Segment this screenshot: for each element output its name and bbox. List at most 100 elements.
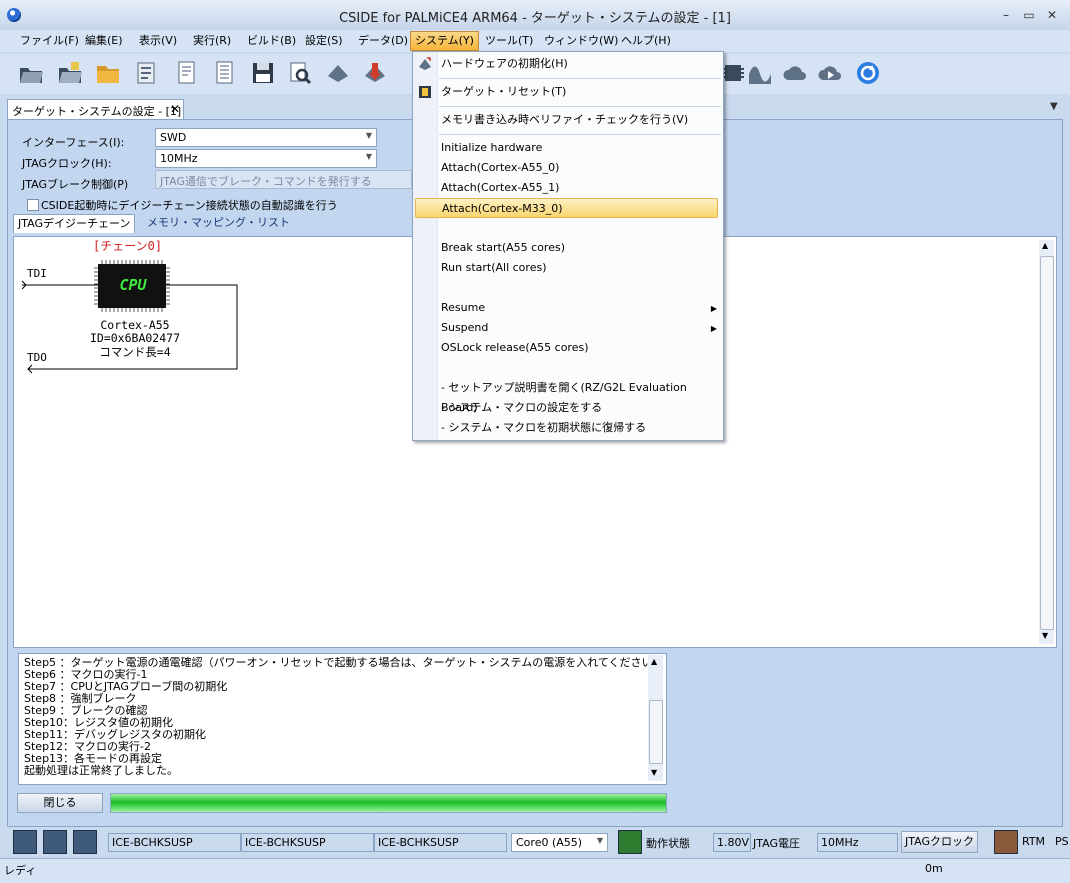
menu-item-suspend[interactable]: Suspend <box>441 318 719 338</box>
menu-gutter <box>413 52 438 440</box>
rtm-icon[interactable] <box>994 830 1018 854</box>
menu-tools[interactable]: ツール(T) <box>481 32 537 50</box>
ice-status-icon[interactable] <box>73 830 97 854</box>
interface-select[interactable]: SWD ▼ <box>155 128 377 147</box>
wave-icon[interactable] <box>747 60 773 86</box>
menu-run[interactable]: 実行(R) <box>189 32 235 50</box>
ice-status-icon[interactable] <box>43 830 67 854</box>
startup-log: Step5 ：ターゲット電源の通電確認（パワーオン・リセットで起動する場合は、タ… <box>18 653 667 785</box>
tab-memory-mapping-list[interactable]: メモリ・マッピング・リスト <box>143 214 294 232</box>
target-reset-icon <box>419 86 431 98</box>
window-title: CSIDE for PALMiCE4 ARM64 - ターゲット・システムの設定… <box>339 11 731 26</box>
download-icon[interactable] <box>362 60 388 86</box>
log-scrollbar[interactable]: ▲ ▼ <box>648 655 663 781</box>
folder-icon[interactable] <box>95 60 121 86</box>
menu-item-system-macro-settings[interactable]: - システム・マクロの設定をする <box>441 398 719 418</box>
jtag-voltage-label: JTAG電圧 <box>753 837 800 850</box>
jtag-voltage-value: 1.80V <box>713 833 751 852</box>
maximize-button[interactable]: ▭ <box>1018 6 1040 24</box>
file-list-icon[interactable] <box>134 60 160 86</box>
menu-separator <box>439 78 721 79</box>
menu-item-run-start[interactable]: Run start(All cores) <box>441 258 719 278</box>
menu-item-initialize-hardware[interactable]: Initialize hardware <box>441 138 719 158</box>
auto-detect-label: CSIDE起動時にデイジーチェーン接続状態の自動認識を行う <box>41 199 338 212</box>
document-lines-icon[interactable] <box>212 60 238 86</box>
menu-settings[interactable]: 設定(S) <box>301 32 347 50</box>
jtag-break-value: JTAG通信でブレーク・コマンドを発行する <box>160 175 372 188</box>
menu-file[interactable]: ファイル(F) <box>16 32 83 50</box>
menu-item-target-reset[interactable]: ターゲット・リセット(T) <box>441 82 719 102</box>
core-id: ID=0x6BA02477 <box>89 331 180 345</box>
arrow-left-icon[interactable] <box>325 60 351 86</box>
menu-system[interactable]: システム(Y) <box>410 31 479 51</box>
scroll-down-icon[interactable]: ▼ <box>1042 631 1048 640</box>
menu-item-oslock-release[interactable]: OSLock release(A55 cores) <box>441 338 719 358</box>
ice-status-3: ICE-BCHKSUSP <box>374 833 507 852</box>
menu-view[interactable]: 表示(V) <box>135 32 181 50</box>
cloud-icon[interactable] <box>782 60 808 86</box>
menu-item-attach-a55-0[interactable]: Attach(Cortex-A55_0) <box>441 158 719 178</box>
ice-status-icon[interactable] <box>13 830 37 854</box>
search-document-icon[interactable] <box>287 60 313 86</box>
init-hardware-icon <box>419 57 431 70</box>
tab-jtag-daisy-chain[interactable]: JTAGデイジーチェーン <box>13 214 136 233</box>
scroll-thumb[interactable] <box>649 700 663 764</box>
menu-item-attach-a55-1[interactable]: Attach(Cortex-A55_1) <box>441 178 719 198</box>
cloud-run-icon[interactable] <box>817 60 843 86</box>
close-button[interactable]: 閉じる <box>17 793 103 813</box>
menu-item-init-hardware-jp[interactable]: ハードウェアの初期化(H) <box>441 54 719 74</box>
tab-list-chevron-icon[interactable]: ▼ <box>1050 101 1058 112</box>
floppy-icon[interactable] <box>250 60 276 86</box>
auto-detect-checkbox[interactable] <box>27 199 39 211</box>
menu-item-system-macro-reset[interactable]: - システム・マクロを初期状態に復帰する <box>441 418 719 438</box>
ice-status-1: ICE-BCHKSUSP <box>108 833 241 852</box>
document-icon[interactable] <box>174 60 200 86</box>
jtag-clock-button[interactable]: JTAGクロック <box>901 831 978 853</box>
chain-label: [チェーン0] <box>93 239 163 253</box>
interface-value: SWD <box>160 131 187 144</box>
scroll-thumb[interactable] <box>1040 256 1054 630</box>
core-select[interactable]: Core0 (A55) ▼ <box>511 833 608 852</box>
log-line: 起動処理は正常終了しました。 <box>24 764 178 777</box>
jtag-break-select[interactable]: JTAG通信でブレーク・コマンドを発行する <box>155 170 412 189</box>
chevron-down-icon: ▼ <box>596 836 603 845</box>
tab-target-system-settings[interactable]: ターゲット・システムの設定 - [1] ✕ <box>7 99 184 120</box>
command-length: コマンド長=4 <box>99 345 171 359</box>
menu-window[interactable]: ウィンドウ(W) <box>540 32 622 50</box>
menu-build[interactable]: ビルド(B) <box>243 32 300 50</box>
run-state-icon <box>618 830 642 854</box>
cpu-chip-label[interactable]: CPU <box>99 276 167 294</box>
status-bar <box>0 858 1070 883</box>
menu-bar: ファイル(F) 編集(E) 表示(V) 実行(R) ビルド(B) 設定(S) デ… <box>0 30 1070 52</box>
scroll-up-icon[interactable]: ▲ <box>651 657 657 666</box>
menu-item-resume[interactable]: Resume <box>441 298 719 318</box>
open-folder-icon[interactable] <box>18 60 44 86</box>
jtag-clock-label: JTAGクロック(H): <box>22 157 112 170</box>
jtag-clock-value: 10MHz <box>160 152 198 165</box>
jtag-break-label: JTAGブレーク制御(P) <box>22 178 129 191</box>
menu-item-verify-check[interactable]: メモリ書き込み時ベリファイ・チェックを行う(V) <box>441 110 719 130</box>
menu-item-attach-m33-0[interactable]: Attach(Cortex-M33_0) <box>415 198 718 218</box>
menu-item-open-setup-guide[interactable]: - セットアップ説明書を開く(RZ/G2L Evaluation Board) <box>441 378 719 414</box>
jtag-clock-select[interactable]: 10MHz ▼ <box>155 149 377 168</box>
tab-close-icon[interactable]: ✕ <box>170 102 180 116</box>
scroll-up-icon[interactable]: ▲ <box>1042 241 1048 250</box>
open-project-icon[interactable] <box>57 60 83 86</box>
menu-help[interactable]: ヘルプ(H) <box>617 32 675 50</box>
minimize-button[interactable]: – <box>995 6 1017 24</box>
menu-edit[interactable]: 編集(E) <box>81 32 127 50</box>
menu-separator <box>439 134 721 135</box>
close-window-button[interactable]: ✕ <box>1041 6 1063 24</box>
ice-status-2: ICE-BCHKSUSP <box>241 833 374 852</box>
ready-status: レディ <box>4 864 37 877</box>
menu-item-break-start[interactable]: Break start(A55 cores) <box>441 238 719 258</box>
scroll-down-icon[interactable]: ▼ <box>651 768 657 777</box>
refresh-icon[interactable] <box>855 60 881 86</box>
interface-label: インターフェース(I): <box>22 136 125 149</box>
chevron-down-icon: ▼ <box>365 131 372 140</box>
menu-data[interactable]: データ(D) <box>354 32 412 50</box>
diagram-scrollbar[interactable]: ▲ ▼ <box>1039 240 1054 644</box>
core-name: Cortex-A55 <box>100 318 170 332</box>
jtag-clock-status: 10MHz <box>817 833 898 852</box>
tdo-label: TDO <box>27 351 47 364</box>
